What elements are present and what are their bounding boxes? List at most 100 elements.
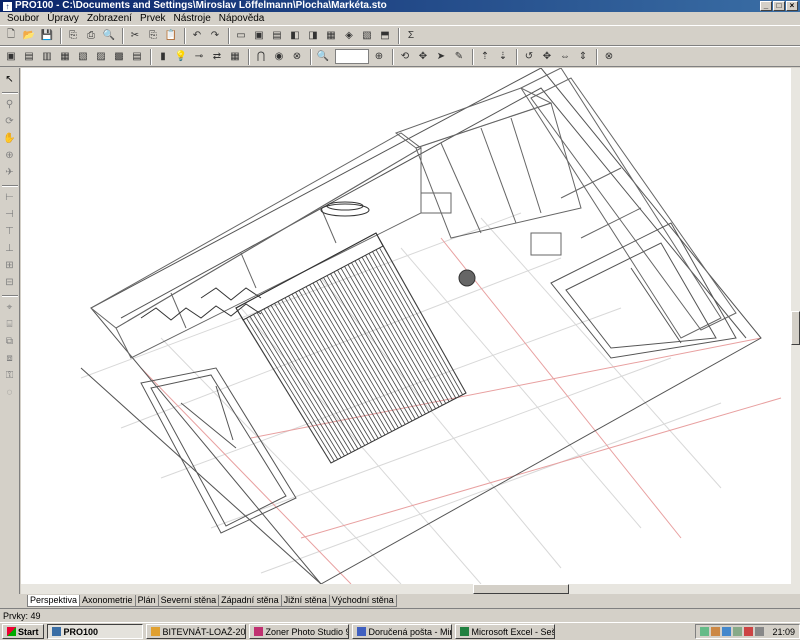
align-left-icon[interactable]: ⊢ [2,190,18,205]
tray-icon[interactable] [733,627,743,636]
grid-icon[interactable]: ▦ [227,49,243,65]
measure-icon[interactable]: ⌸ [2,317,18,332]
rotate-view-icon[interactable]: ⟳ [2,114,18,129]
handle-icon[interactable]: ⊸ [191,49,207,65]
align-center-icon[interactable]: ⊞ [2,258,18,273]
color-icon[interactable]: ◉ [271,49,287,65]
horizontal-scrollbar[interactable] [21,584,800,594]
taskbar-pro100[interactable]: PRO100 [46,624,143,639]
render-icon[interactable]: ▦ [323,28,339,44]
magnet-icon[interactable]: ⋂ [253,49,269,65]
volume-icon[interactable] [755,627,765,636]
properties-icon[interactable]: ⎘ [65,28,81,44]
stop-icon[interactable]: ⊗ [289,49,305,65]
sum-icon[interactable]: Σ [403,28,419,44]
flip-icon[interactable]: ⇔ [557,49,573,65]
cabinet-icon[interactable]: ▤ [21,49,37,65]
zoom-view-icon[interactable]: ⊕ [2,148,18,163]
select-arrow-icon[interactable]: ↖ [2,72,18,87]
drawer-icon[interactable]: ▤ [129,49,145,65]
photo-icon[interactable]: ▧ [359,28,375,44]
fly-icon[interactable]: ✈ [2,165,18,180]
box-icon[interactable]: ▣ [3,49,19,65]
delete-icon[interactable]: ⊗ [601,49,617,65]
walk-icon[interactable]: ⚲ [2,97,18,112]
vertical-scroll-thumb[interactable] [791,311,800,345]
view-side-icon[interactable]: ▤ [269,28,285,44]
light-icon[interactable]: 💡 [173,49,189,65]
save-icon[interactable]: 💾 [39,28,55,44]
taskbar-excel[interactable]: Microsoft Excel - Sešit1 [454,624,555,639]
lock-icon[interactable]: ⚿ [2,368,18,383]
minimize-button[interactable]: _ [760,1,772,11]
rotate-icon[interactable]: ⟲ [397,49,413,65]
taskbar-zoner[interactable]: Zoner Photo Studio 9... [248,624,349,639]
move-all-icon[interactable]: ✥ [539,49,555,65]
tab-axonometrie[interactable]: Axonometrie [79,595,136,607]
hide-icon[interactable]: ◌ [2,385,18,400]
zoom-input[interactable] [335,49,369,64]
tray-icon[interactable] [722,627,732,636]
tab-perspektiva[interactable]: Perspektiva [27,595,81,607]
paste-icon[interactable]: 📋 [163,28,179,44]
move-icon[interactable]: ✥ [415,49,431,65]
print-icon[interactable]: ⎙ [83,28,99,44]
maximize-button[interactable]: □ [773,1,785,11]
undo-icon[interactable]: ↶ [189,28,205,44]
wall-icon[interactable]: ▮ [155,49,171,65]
pencil-icon[interactable]: ✎ [451,49,467,65]
tab-vychodni-stena[interactable]: Východní stěna [328,595,397,607]
zoom-icon[interactable]: 🔍 [315,49,331,65]
settings-icon[interactable]: ◈ [341,28,357,44]
redo-icon[interactable]: ↷ [207,28,223,44]
export-icon[interactable]: ⬒ [377,28,393,44]
arrow-up-icon[interactable]: ⇡ [477,49,493,65]
shelf-icon[interactable]: ▥ [39,49,55,65]
panel-icon[interactable]: ▦ [57,49,73,65]
taskbar-bitevnat[interactable]: BITEVNÁT-LOAŽ-201... [145,624,246,639]
close-button[interactable]: × [786,1,798,11]
arrow-down-icon[interactable]: ⇣ [495,49,511,65]
connect-icon[interactable]: ⇄ [209,49,225,65]
tray-icon[interactable] [744,627,754,636]
start-button[interactable]: Start [2,624,44,639]
tab-plan[interactable]: Plán [134,595,159,607]
align-bottom-icon[interactable]: ⊥ [2,241,18,256]
perspective-viewport[interactable] [21,68,791,584]
view-right-icon[interactable]: ◨ [305,28,321,44]
tab-zapadni-stena[interactable]: Západní stěna [218,595,282,607]
copy-icon[interactable]: ⎘ [145,28,161,44]
app-icon[interactable]: ↑ [3,1,12,11]
menu-nastroje[interactable]: Nástroje [170,13,215,24]
menu-prvek[interactable]: Prvek [136,13,170,24]
tray-icon[interactable] [711,627,721,636]
cursor-icon[interactable]: ➤ [433,49,449,65]
door-icon[interactable]: ▩ [111,49,127,65]
view-top-icon[interactable]: ▣ [251,28,267,44]
view-left-icon[interactable]: ◧ [287,28,303,44]
tab-jizni-stena[interactable]: Jižní stěna [280,595,330,607]
block-icon[interactable]: ▧ [75,49,91,65]
menu-zobrazeni[interactable]: Zobrazení [83,13,136,24]
cube-icon[interactable]: ▨ [93,49,109,65]
zoom-fit-icon[interactable]: ⊕ [371,49,387,65]
align-right-icon[interactable]: ⊣ [2,207,18,222]
print-preview-icon[interactable]: 🔍 [101,28,117,44]
menu-soubor[interactable]: Soubor [3,13,43,24]
mirror-icon[interactable]: ⇕ [575,49,591,65]
tray-icon[interactable] [700,627,710,636]
new-file-icon[interactable]: 🗋 [3,28,19,44]
align-top-icon[interactable]: ⊤ [2,224,18,239]
rotate-left-icon[interactable]: ↺ [521,49,537,65]
ungroup-icon[interactable]: ⧈ [2,351,18,366]
distribute-icon[interactable]: ⊟ [2,275,18,290]
group-icon[interactable]: ⧉ [2,334,18,349]
snap-icon[interactable]: ⌖ [2,300,18,315]
horizontal-scroll-thumb[interactable] [473,584,569,594]
menu-napoveda[interactable]: Nápověda [215,13,269,24]
tab-severni-stena[interactable]: Severní stěna [157,595,220,607]
menu-upravy[interactable]: Úpravy [43,13,83,24]
taskbar-posta[interactable]: Doručená pošta - Mirj... [351,624,452,639]
view-front-icon[interactable]: ▭ [233,28,249,44]
pan-icon[interactable]: ✋ [2,131,18,146]
